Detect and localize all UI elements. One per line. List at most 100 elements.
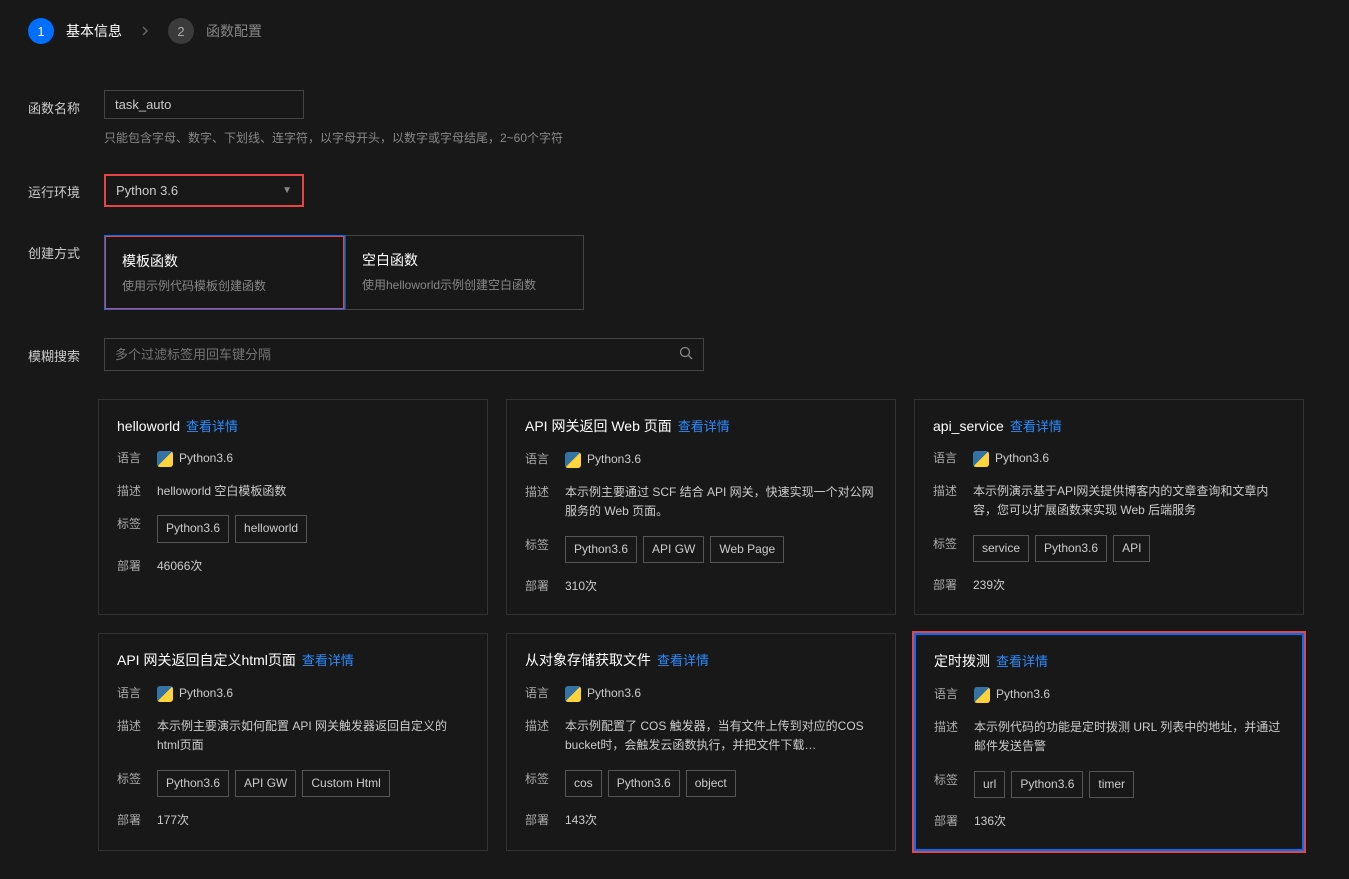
card-lang-label: 语言 xyxy=(525,684,565,703)
card-tags-label: 标签 xyxy=(933,535,973,562)
card-desc-label: 描述 xyxy=(117,482,157,501)
tag[interactable]: cos xyxy=(565,770,602,797)
card-title: api_service查看详情 xyxy=(933,416,1285,435)
card-lang-label: 语言 xyxy=(933,449,973,468)
card-tags-value: Python3.6API GWWeb Page xyxy=(565,536,784,563)
card-deploy-value: 177次 xyxy=(157,811,189,830)
tag[interactable]: API GW xyxy=(643,536,704,563)
card-desc-value: 本示例代码的功能是定时拨测 URL 列表中的地址，并通过邮件发送告警 xyxy=(974,718,1284,756)
card-desc-label: 描述 xyxy=(525,717,565,755)
card-desc-label: 描述 xyxy=(117,717,157,755)
card-lang-value: Python3.6 xyxy=(157,684,233,703)
card-deploy-label: 部署 xyxy=(933,576,973,595)
card-deploy-value: 239次 xyxy=(973,576,1005,595)
detail-link[interactable]: 查看详情 xyxy=(996,654,1048,669)
card-deploy-label: 部署 xyxy=(117,811,157,830)
card-desc-row: 描述本示例主要演示如何配置 API 网关触发器返回自定义的html页面 xyxy=(117,717,469,755)
caret-down-icon: ▼ xyxy=(282,185,292,196)
card-deploy-value: 310次 xyxy=(565,577,597,596)
create-mode-label: 创建方式 xyxy=(28,235,84,262)
detail-link[interactable]: 查看详情 xyxy=(678,419,730,434)
card-lang-row: 语言Python3.6 xyxy=(934,685,1284,704)
step-2[interactable]: 2 函数配置 xyxy=(168,18,262,44)
detail-link[interactable]: 查看详情 xyxy=(302,653,354,668)
tag[interactable]: API xyxy=(1113,535,1150,562)
card-lang-label: 语言 xyxy=(934,685,974,704)
python-icon xyxy=(973,451,989,467)
python-icon xyxy=(157,686,173,702)
step-1[interactable]: 1 基本信息 xyxy=(28,18,122,44)
tag[interactable]: service xyxy=(973,535,1029,562)
runtime-select[interactable]: Python 3.6 ▼ xyxy=(104,174,304,207)
template-card[interactable]: API 网关返回 Web 页面查看详情语言Python3.6描述本示例主要通过 … xyxy=(506,399,896,615)
card-desc-row: 描述本示例演示基于API网关提供博客内的文章查询和文章内容，您可以扩展函数来实现… xyxy=(933,482,1285,520)
card-deploy-row: 部署143次 xyxy=(525,811,877,830)
template-card[interactable]: helloworld 查看详情语言Python3.6 描述helloworld 空白… xyxy=(98,399,488,615)
card-tags-row: 标签servicePython3.6API xyxy=(933,535,1285,562)
card-tags-label: 标签 xyxy=(525,536,565,563)
card-desc-value: 本示例配置了 COS 触发器，当有文件上传到对应的COS bucket时，会触发… xyxy=(565,717,877,755)
card-tags-value: cosPython3.6object xyxy=(565,770,736,797)
search-wrap xyxy=(104,338,704,371)
card-title-text: 从对象存储获取文件 xyxy=(525,652,651,668)
tag[interactable]: Python3.6 xyxy=(565,536,637,563)
card-lang-row: 语言 Python3.6 xyxy=(117,684,469,703)
card-title: helloworld 查看详情 xyxy=(117,416,469,435)
search-input[interactable] xyxy=(115,339,679,370)
card-tags-row: 标签Python3.6API GWWeb Page xyxy=(525,536,877,563)
mode-template-sub: 使用示例代码模板创建函数 xyxy=(122,277,327,294)
template-card[interactable]: api_service查看详情语言Python3.6描述本示例演示基于API网关… xyxy=(914,399,1304,615)
tag[interactable]: object xyxy=(686,770,736,797)
card-deploy-value: 143次 xyxy=(565,811,597,830)
card-lang-row: 语言Python3.6 xyxy=(525,450,877,469)
card-lang-row: 语言Python3.6 xyxy=(117,449,469,468)
card-title-text: helloworld xyxy=(117,418,180,434)
card-desc-value: 本示例主要演示如何配置 API 网关触发器返回自定义的html页面 xyxy=(157,717,469,755)
card-lang-label: 语言 xyxy=(117,684,157,703)
card-desc-value: helloworld 空白模板函数 xyxy=(157,482,286,501)
tag[interactable]: Python3.6 xyxy=(157,770,229,797)
lang-text: Python3.6 xyxy=(179,449,233,468)
template-card[interactable]: 定时拨测查看详情语言Python3.6描述本示例代码的功能是定时拨测 URL 列… xyxy=(914,633,1304,851)
create-mode-group: 模板函数 使用示例代码模板创建函数 空白函数 使用helloworld示例创建空… xyxy=(104,235,584,310)
mode-blank[interactable]: 空白函数 使用helloworld示例创建空白函数 xyxy=(345,236,583,309)
card-title: 从对象存储获取文件查看详情 xyxy=(525,650,877,670)
card-deploy-value: 136次 xyxy=(974,812,1006,831)
python-icon xyxy=(565,452,581,468)
card-deploy-label: 部署 xyxy=(934,812,974,831)
detail-link[interactable]: 查看详情 xyxy=(186,419,238,434)
card-tags-row: 标签Python3.6API GWCustom Html xyxy=(117,770,469,797)
tag[interactable]: Python3.6 xyxy=(608,770,680,797)
tag[interactable]: Custom Html xyxy=(302,770,389,797)
card-deploy-row: 部署177次 xyxy=(117,811,469,830)
card-title: API 网关返回自定义html页面查看详情 xyxy=(117,650,469,670)
detail-link[interactable]: 查看详情 xyxy=(657,653,709,668)
function-name-hint: 只能包含字母、数字、下划线、连字符，以字母开头，以数字或字母结尾，2~60个字符 xyxy=(104,129,1321,146)
search-icon[interactable] xyxy=(679,346,693,363)
tag[interactable]: helloworld xyxy=(235,515,307,542)
template-cards: helloworld查看详情语言Python3.6描述helloworld 空白… xyxy=(0,371,1349,879)
template-card[interactable]: API 网关返回自定义html页面查看详情语言Python3.6描述本示例主要演… xyxy=(98,633,488,851)
step-2-number: 2 xyxy=(168,18,194,44)
template-card[interactable]: 从对象存储获取文件查看详情语言Python3.6描述本示例配置了 COS 触发器… xyxy=(506,633,896,851)
tag[interactable]: API GW xyxy=(235,770,296,797)
lang-text: Python3.6 xyxy=(179,684,233,703)
detail-link[interactable]: 查看详情 xyxy=(1010,419,1062,434)
card-deploy-label: 部署 xyxy=(525,577,565,596)
tag[interactable]: url xyxy=(974,771,1005,798)
card-desc-label: 描述 xyxy=(525,483,565,521)
card-desc-row: 描述本示例主要通过 SCF 结合 API 网关，快速实现一个对公网服务的 Web… xyxy=(525,483,877,521)
function-name-input[interactable] xyxy=(104,90,304,119)
tag[interactable]: timer xyxy=(1089,771,1134,798)
card-lang-value: Python3.6 xyxy=(973,449,1049,468)
tag[interactable]: Web Page xyxy=(710,536,784,563)
python-icon xyxy=(974,687,990,703)
tag[interactable]: Python3.6 xyxy=(157,515,229,542)
tag[interactable]: Python3.6 xyxy=(1035,535,1107,562)
card-lang-value: Python3.6 xyxy=(157,449,233,468)
card-deploy-value: 46066次 xyxy=(157,557,202,576)
mode-template-title: 模板函数 xyxy=(122,251,327,271)
tag[interactable]: Python3.6 xyxy=(1011,771,1083,798)
card-desc-row: 描述本示例代码的功能是定时拨测 URL 列表中的地址，并通过邮件发送告警 xyxy=(934,718,1284,756)
mode-template[interactable]: 模板函数 使用示例代码模板创建函数 xyxy=(104,235,345,310)
